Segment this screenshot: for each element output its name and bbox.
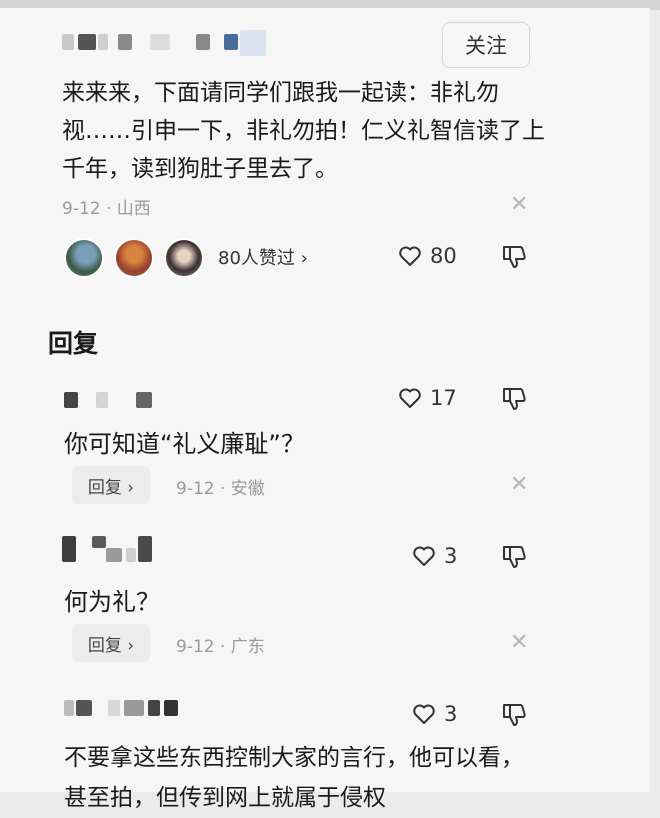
reply-text: 何为礼？: [64, 588, 160, 616]
likers-link[interactable]: 80人赞过 ›: [218, 244, 308, 270]
thumbs-down-icon[interactable]: [500, 702, 528, 728]
post-meta: 9-12 · 山西: [62, 199, 151, 219]
close-icon[interactable]: ✕: [510, 192, 528, 217]
post-like-count: 80: [430, 244, 457, 268]
close-icon[interactable]: ✕: [510, 472, 528, 497]
reply-like-button[interactable]: 3: [412, 544, 457, 568]
reply-button[interactable]: 回复 ›: [72, 466, 150, 504]
heart-outline-icon: [413, 704, 435, 724]
post-like-button[interactable]: 80: [398, 244, 457, 268]
heart-outline-icon: [413, 546, 435, 566]
comment-sheet: 关注 来来来，下面请同学们跟我一起读：非礼勿视……引申一下，非礼勿拍！仁义礼智信…: [0, 8, 650, 811]
liker-avatar[interactable]: [164, 238, 204, 278]
post-text: 来来来，下面请同学们跟我一起读：非礼勿视……引申一下，非礼勿拍！仁义礼智信读了上…: [62, 80, 545, 182]
thumbs-down-icon[interactable]: [500, 386, 528, 412]
heart-outline-icon: [399, 388, 421, 408]
reply-text: 不要拿这些东西控制大家的言行，他可以看，甚至拍，但传到网上就属于侵权: [64, 745, 524, 811]
reply-button[interactable]: 回复 ›: [72, 624, 150, 662]
reply-like-button[interactable]: 3: [412, 702, 457, 726]
reply-like-count: 3: [444, 702, 458, 726]
reply-meta: 9-12 · 安徽: [176, 479, 265, 499]
close-icon[interactable]: ✕: [510, 630, 528, 655]
reply-meta: 9-12 · 广东: [176, 637, 265, 657]
follow-button[interactable]: 关注: [442, 22, 530, 68]
reply-text: 你可知道“礼义廉耻”？: [64, 430, 305, 458]
reply-like-button[interactable]: 17: [398, 386, 457, 410]
heart-outline-icon: [399, 246, 421, 266]
reply-like-count: 17: [430, 386, 457, 410]
reply-like-count: 3: [444, 544, 458, 568]
thumbs-down-icon[interactable]: [500, 244, 528, 270]
liker-avatar[interactable]: [64, 238, 104, 278]
thumbs-down-icon[interactable]: [500, 544, 528, 570]
replies-section-title: 回复: [48, 329, 99, 358]
liker-avatar[interactable]: [114, 238, 154, 278]
